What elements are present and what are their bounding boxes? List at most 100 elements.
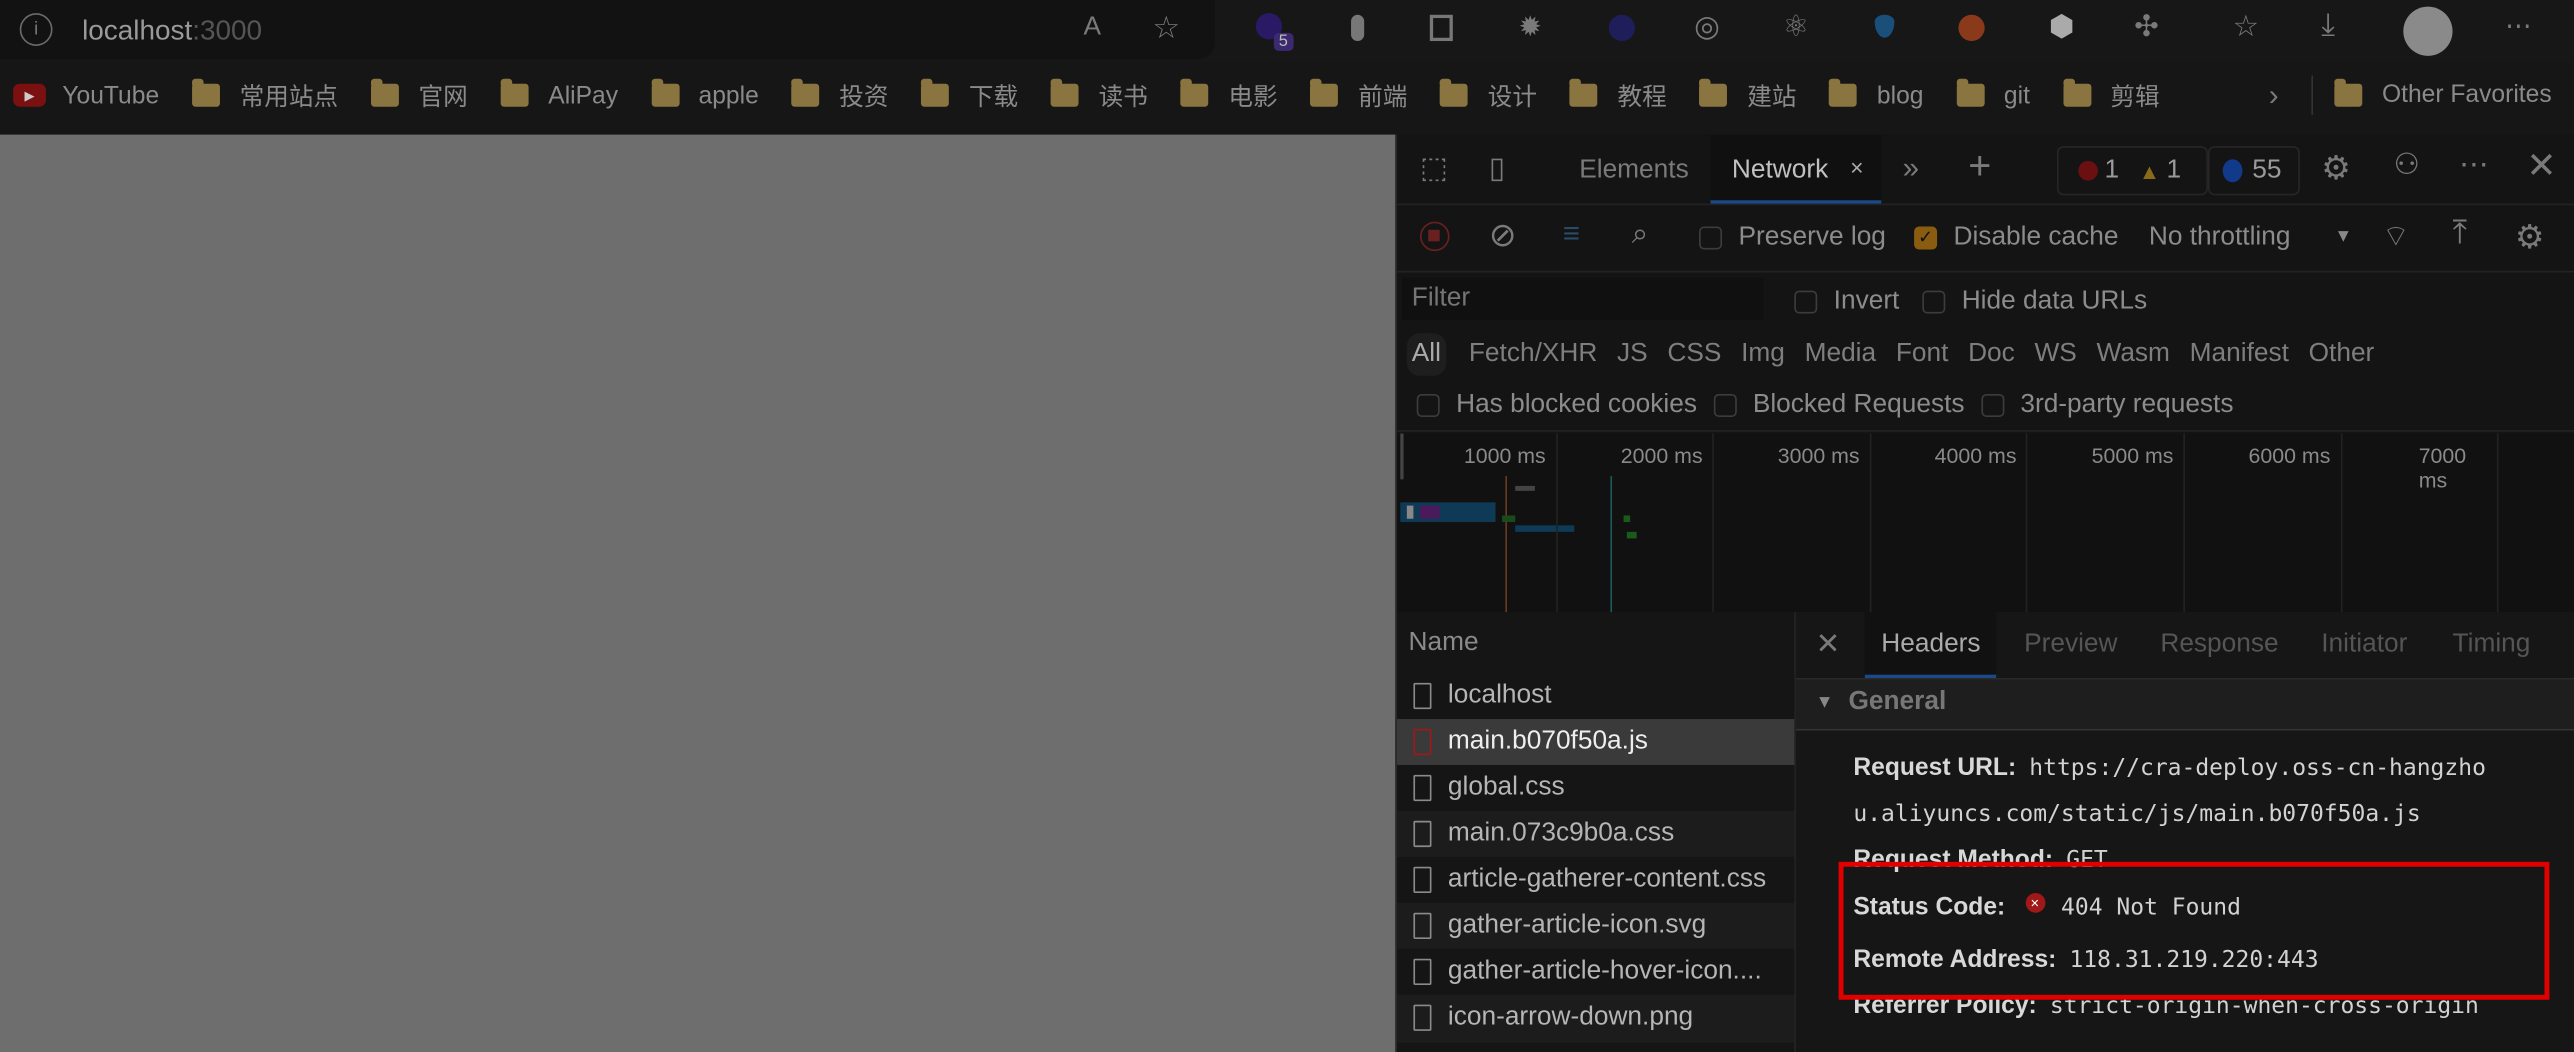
request-row[interactable]: localhost bbox=[1397, 673, 1795, 721]
type-filter-wasm[interactable]: Wasm bbox=[2097, 340, 2170, 370]
detail-tab-response[interactable]: Response bbox=[2144, 612, 2295, 678]
more-icon[interactable]: ⋯ bbox=[2505, 10, 2531, 43]
checkbox-checked[interactable]: ✓ bbox=[1914, 226, 1938, 250]
request-row[interactable]: article-gatherer-content.css bbox=[1397, 856, 1795, 905]
url-text[interactable]: localhost:3000 bbox=[82, 15, 262, 48]
extension-gem-icon[interactable] bbox=[1874, 14, 1895, 38]
bookmark-folder[interactable]: blog bbox=[1829, 78, 1923, 109]
detail-tab-timing[interactable]: Timing bbox=[2436, 612, 2547, 678]
type-filter-img[interactable]: Img bbox=[1741, 340, 1785, 370]
messages-counter[interactable]: 55 bbox=[2207, 146, 2300, 196]
inspect-element-icon[interactable]: ⬚ bbox=[1420, 151, 1448, 185]
timeline-handle-left[interactable] bbox=[1400, 433, 1404, 480]
checkbox[interactable] bbox=[1713, 393, 1737, 417]
bookmark-folder[interactable]: AliPay bbox=[500, 78, 618, 109]
extension-moon-icon[interactable] bbox=[1608, 14, 1636, 42]
profile-avatar[interactable] bbox=[2403, 6, 2453, 56]
bookmark-folder[interactable]: 读书 bbox=[1051, 78, 1148, 112]
type-filter-other[interactable]: Other bbox=[2309, 340, 2375, 370]
bookmark-folder[interactable]: 下载 bbox=[921, 78, 1018, 112]
invert-checkbox[interactable]: Invert bbox=[1794, 287, 1899, 317]
more-tabs-icon[interactable]: » bbox=[1903, 151, 1919, 185]
request-row[interactable]: main.073c9b0a.css bbox=[1397, 810, 1795, 859]
throttling-select[interactable]: No throttling ▼ bbox=[2132, 213, 2352, 262]
issues-counter[interactable]: 1 ▲ 1 bbox=[2056, 146, 2208, 196]
type-filter-all[interactable]: All bbox=[1406, 333, 1446, 376]
network-conditions-icon[interactable]: ⌔ bbox=[2382, 218, 2410, 256]
request-row[interactable]: icon-arrow-down.png bbox=[1397, 994, 1795, 1043]
request-row[interactable]: gather-article-icon.svg bbox=[1397, 902, 1795, 951]
bookmark-other-favorites[interactable]: Other Favorites bbox=[2334, 77, 2552, 108]
checkbox[interactable] bbox=[1416, 393, 1440, 417]
bookmark-folder[interactable]: 教程 bbox=[1569, 78, 1667, 112]
extension-square-icon[interactable] bbox=[1429, 14, 1453, 42]
bookmark-folder[interactable]: 投资 bbox=[791, 78, 888, 112]
checkbox[interactable] bbox=[1980, 393, 2004, 417]
detail-tab-headers[interactable]: Headers bbox=[1864, 612, 1997, 678]
downloads-icon[interactable]: ⤓ bbox=[2321, 8, 2335, 44]
third-party-requests-checkbox[interactable]: 3rd-party requests bbox=[1980, 391, 2233, 421]
type-filter-fetch-xhr[interactable]: Fetch/XHR bbox=[1469, 340, 1597, 370]
type-filter-font[interactable]: Font bbox=[1896, 340, 1949, 370]
extension-target-icon[interactable]: ◎ bbox=[1694, 10, 1720, 44]
network-overview-timeline[interactable]: 1000 ms 2000 ms 3000 ms 4000 ms 5000 ms 6000 … bbox=[1397, 433, 2574, 614]
bookmark-folder[interactable]: 常用站点 bbox=[191, 78, 338, 112]
bookmark-folder[interactable]: 前端 bbox=[1310, 78, 1407, 112]
device-toolbar-icon[interactable]: ▯ bbox=[1489, 151, 1505, 185]
blocked-requests-checkbox[interactable]: Blocked Requests bbox=[1713, 391, 1965, 421]
tab-elements[interactable]: Elements bbox=[1579, 156, 1688, 186]
request-row[interactable]: global.css bbox=[1397, 764, 1795, 813]
has-blocked-cookies-checkbox[interactable]: Has blocked cookies bbox=[1416, 391, 1697, 421]
type-filter-doc[interactable]: Doc bbox=[1968, 340, 2015, 370]
import-har-icon[interactable]: ⤒ bbox=[2453, 215, 2468, 253]
bookmark-folder[interactable]: 设计 bbox=[1440, 78, 1537, 112]
address-bar[interactable]: i localhost:3000 A ☆ bbox=[0, 0, 1215, 60]
add-favorite-icon[interactable]: ☆ bbox=[1152, 10, 1180, 48]
detail-tab-preview[interactable]: Preview bbox=[2008, 612, 2134, 678]
general-section-header[interactable]: ▼ General bbox=[1795, 679, 2574, 731]
type-filter-css[interactable]: CSS bbox=[1667, 340, 1721, 370]
bookmark-folder[interactable]: 建站 bbox=[1699, 78, 1796, 112]
type-filter-media[interactable]: Media bbox=[1805, 340, 1877, 370]
close-tab-icon[interactable]: × bbox=[1850, 154, 1863, 180]
clear-icon[interactable]: ⊘ bbox=[1489, 215, 1517, 256]
extension-lifebuoy-icon[interactable] bbox=[1958, 14, 1985, 42]
request-row[interactable]: main.b070f50a.js bbox=[1397, 719, 1795, 767]
extension-react-icon[interactable]: ⚛ bbox=[1783, 10, 1809, 44]
extension-toggle-icon[interactable] bbox=[1351, 14, 1365, 42]
record-icon[interactable] bbox=[1419, 221, 1450, 252]
bookmark-folder[interactable]: 电影 bbox=[1180, 78, 1278, 112]
bookmark-folder[interactable]: 剪辑 bbox=[2062, 78, 2160, 112]
filter-icon[interactable]: ≡ bbox=[1563, 217, 1580, 251]
more-options-icon[interactable]: ⋯ bbox=[2459, 148, 2489, 182]
info-icon[interactable]: i bbox=[19, 13, 53, 46]
checkbox[interactable] bbox=[1699, 226, 1723, 250]
close-details-icon[interactable]: ✕ bbox=[1816, 627, 1841, 661]
name-column-header[interactable]: Name bbox=[1397, 612, 1795, 675]
add-tab-icon[interactable]: + bbox=[1968, 144, 1991, 190]
detail-tab-initiator[interactable]: Initiator bbox=[2305, 612, 2424, 678]
search-icon[interactable]: ⌕ bbox=[1632, 217, 1649, 251]
favorites-icon[interactable]: ☆ bbox=[2233, 10, 2259, 44]
extensions-puzzle-icon[interactable]: ✣ bbox=[2134, 10, 2159, 44]
settings-icon[interactable]: ⚙ bbox=[2321, 148, 2350, 189]
bookmark-folder[interactable]: apple bbox=[650, 78, 759, 109]
read-aloud-icon[interactable]: A bbox=[1083, 13, 1101, 43]
filter-input[interactable] bbox=[1401, 277, 1764, 321]
type-filter-manifest[interactable]: Manifest bbox=[2190, 340, 2289, 370]
bookmark-folder[interactable]: git bbox=[1956, 78, 2030, 109]
preserve-log-checkbox[interactable]: Preserve log bbox=[1699, 223, 1886, 253]
extension-gear-icon[interactable]: ✹ bbox=[1518, 11, 1541, 44]
type-filter-js[interactable]: JS bbox=[1617, 340, 1648, 370]
disable-cache-checkbox[interactable]: ✓ Disable cache bbox=[1914, 223, 2118, 253]
bookmark-youtube[interactable]: ▶ YouTube bbox=[13, 81, 159, 109]
network-settings-icon[interactable]: ⚙ bbox=[2515, 217, 2544, 258]
request-row[interactable]: gather-article-hover-icon.... bbox=[1397, 948, 1795, 997]
checkbox[interactable] bbox=[1922, 290, 1946, 314]
type-filter-ws[interactable]: WS bbox=[2034, 340, 2076, 370]
chevron-right-icon[interactable]: › bbox=[2269, 79, 2279, 113]
checkbox[interactable] bbox=[1794, 290, 1818, 314]
hide-data-urls-checkbox[interactable]: Hide data URLs bbox=[1922, 287, 2147, 317]
close-devtools-icon[interactable]: ✕ bbox=[2526, 144, 2556, 187]
feedback-icon[interactable]: ⚇ bbox=[2393, 148, 2419, 182]
